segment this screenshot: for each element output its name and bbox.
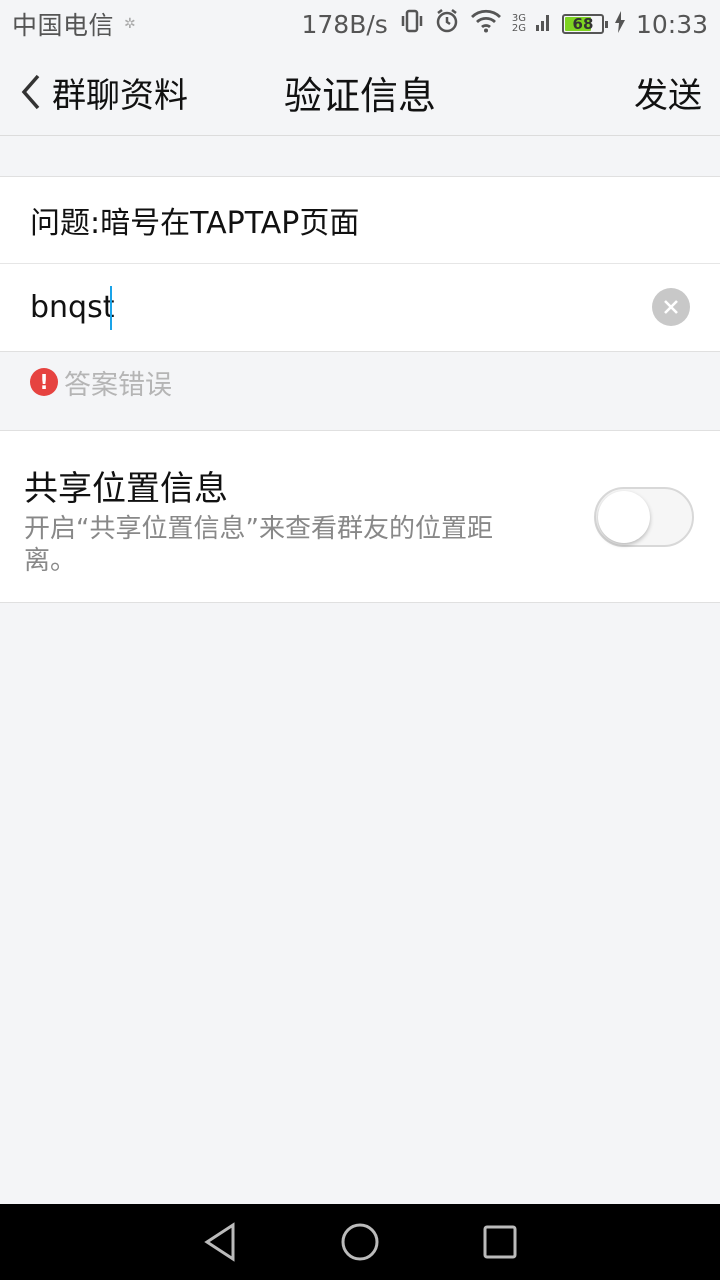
clear-input-button[interactable]	[652, 288, 690, 326]
triangle-back-icon	[204, 1222, 235, 1262]
share-location-description: 开启“共享位置信息”来查看群友的位置距离。	[24, 514, 493, 576]
share-location-setting: 共享位置信息 开启“共享位置信息”来查看群友的位置距离。	[0, 430, 720, 603]
verification-form: 问题:暗号在TAPTAP页面	[0, 176, 720, 352]
battery-icon: 68	[561, 14, 608, 34]
vibrate-icon	[400, 8, 424, 40]
nav-recents-button[interactable]	[478, 1220, 522, 1264]
carrier-name: 中国电信	[12, 11, 115, 40]
nav-home-button[interactable]	[338, 1220, 382, 1264]
error-icon: !	[30, 368, 58, 396]
status-bar: 中国电信 ✲ 178B/s 3G 2G 68 10:33	[0, 0, 720, 48]
text-cursor	[110, 286, 112, 330]
back-label: 群聊资料	[52, 75, 188, 116]
system-nav-bar	[0, 1204, 720, 1280]
cellular-signal-icon: 3G 2G	[511, 13, 526, 34]
error-message: 答案错误	[64, 369, 172, 401]
alarm-icon	[434, 8, 460, 40]
answer-input[interactable]	[30, 277, 630, 338]
error-hint: ! 答案错误	[30, 364, 172, 401]
signal-bars-icon	[535, 9, 552, 39]
network-speed: 178B/s	[301, 9, 388, 39]
back-button[interactable]: 群聊资料	[18, 48, 188, 136]
title-bar: 群聊资料 验证信息 发送	[0, 48, 720, 136]
send-button[interactable]: 发送	[634, 48, 702, 136]
circle-home-icon	[341, 1223, 379, 1261]
clock-time: 10:33	[635, 9, 708, 39]
share-location-toggle[interactable]	[594, 487, 694, 547]
close-icon	[664, 300, 678, 314]
answer-row	[0, 264, 720, 351]
toggle-knob	[598, 491, 650, 543]
chevron-left-icon	[21, 74, 40, 110]
notification-icon: ✲	[124, 16, 136, 32]
share-location-title: 共享位置信息	[24, 469, 228, 509]
question-text: 问题:暗号在TAPTAP页面	[0, 177, 720, 264]
charging-icon	[614, 10, 626, 39]
wifi-icon	[470, 9, 502, 39]
square-recents-icon	[483, 1225, 517, 1259]
nav-back-button[interactable]	[198, 1220, 242, 1264]
